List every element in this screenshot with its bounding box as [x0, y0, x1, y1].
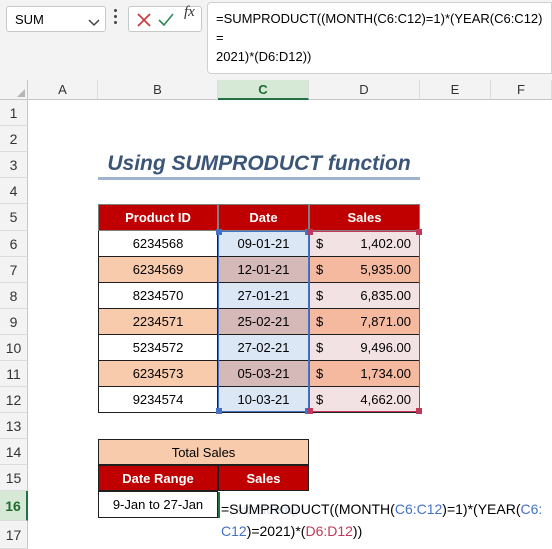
product-id-cell[interactable]: 6234569: [98, 257, 218, 283]
formula-ref-date: C6:C12: [394, 501, 443, 517]
select-all-corner[interactable]: [0, 80, 28, 100]
date-cell[interactable]: 27-01-21: [218, 283, 309, 309]
row-header-4[interactable]: 4: [0, 178, 28, 204]
chevron-down-icon[interactable]: [88, 15, 100, 30]
currency-symbol: $: [316, 340, 324, 355]
formula-ref-sales: D6:D12: [305, 523, 353, 539]
date-range-cell[interactable]: 9-Jan to 27-Jan: [98, 491, 218, 518]
formula-text: )=2021)*(: [246, 523, 306, 539]
formula-text: )): [352, 523, 363, 539]
insert-function-button[interactable]: fx: [184, 4, 195, 21]
sales-cell[interactable]: $6,835.00: [309, 283, 420, 309]
row-header-5[interactable]: 5: [0, 204, 28, 231]
total-sales-title[interactable]: Total Sales: [98, 439, 309, 465]
date-cell[interactable]: 09-01-21: [218, 231, 309, 257]
more-options-icon[interactable]: [113, 9, 119, 29]
row-header-10[interactable]: 10: [0, 335, 28, 361]
sales-cell[interactable]: $7,871.00: [309, 309, 420, 335]
sheet-title: Using SUMPRODUCT function: [98, 150, 420, 180]
formula-text: )=1)*(YEAR(: [442, 501, 521, 517]
currency-symbol: $: [316, 262, 324, 277]
row-header-8[interactable]: 8: [0, 283, 28, 309]
date-cell[interactable]: 25-02-21: [218, 309, 309, 335]
row-header-17[interactable]: 17: [0, 521, 28, 549]
header-total-sales[interactable]: Sales: [218, 465, 309, 491]
row-header-13[interactable]: 13: [0, 413, 28, 439]
header-sales[interactable]: Sales: [309, 204, 420, 231]
column-header-a[interactable]: A: [28, 80, 98, 100]
sales-cell[interactable]: $5,935.00: [309, 257, 420, 283]
header-date[interactable]: Date: [218, 204, 309, 231]
currency-symbol: $: [316, 366, 324, 381]
row-header-12[interactable]: 12: [0, 387, 28, 413]
column-header-f[interactable]: F: [491, 80, 552, 100]
formula-text: =SUMPRODUCT((MONTH(: [221, 501, 395, 517]
sales-cell[interactable]: $9,496.00: [309, 335, 420, 361]
cancel-icon[interactable]: [135, 11, 153, 29]
sales-cell[interactable]: $1,402.00: [309, 231, 420, 257]
enter-check-icon[interactable]: [157, 11, 175, 29]
formula-ref-date: C6:: [520, 501, 543, 517]
row-header-11[interactable]: 11: [0, 361, 28, 387]
sales-amount: 9,496.00: [360, 340, 411, 355]
currency-symbol: $: [316, 314, 324, 329]
row-header-14[interactable]: 14: [0, 439, 28, 465]
sales-amount: 5,935.00: [360, 262, 411, 277]
product-id-cell[interactable]: 2234571: [98, 309, 218, 335]
column-header-d[interactable]: D: [309, 80, 420, 100]
column-header-e[interactable]: E: [420, 80, 491, 100]
sales-amount: 4,662.00: [360, 392, 411, 407]
currency-symbol: $: [316, 392, 324, 407]
product-id-cell[interactable]: 8234570: [98, 283, 218, 309]
row-header-2[interactable]: 2: [0, 126, 28, 152]
sales-cell[interactable]: $1,734.00: [309, 361, 420, 387]
header-date-range[interactable]: Date Range: [98, 465, 218, 491]
product-id-cell[interactable]: 5234572: [98, 335, 218, 361]
cell-formula-editor[interactable]: =SUMPRODUCT((MONTH(C6:C12)=1)*(YEAR(C6: …: [221, 498, 551, 542]
column-header-b[interactable]: B: [98, 80, 218, 100]
row-header-16[interactable]: 16: [0, 491, 28, 521]
row-header-9[interactable]: 9: [0, 309, 28, 335]
currency-symbol: $: [316, 236, 324, 251]
sales-amount: 6,835.00: [360, 288, 411, 303]
product-id-cell[interactable]: 9234574: [98, 387, 218, 413]
currency-symbol: $: [316, 288, 324, 303]
name-box-value: SUM: [15, 12, 44, 27]
product-id-cell[interactable]: 6234568: [98, 231, 218, 257]
sales-amount: 1,402.00: [360, 236, 411, 251]
header-product-id[interactable]: Product ID: [98, 204, 218, 231]
column-header-c[interactable]: C: [218, 80, 309, 100]
row-header-6[interactable]: 6: [0, 231, 28, 257]
product-id-cell[interactable]: 6234573: [98, 361, 218, 387]
formula-ref-date: C12: [221, 523, 247, 539]
row-header-7[interactable]: 7: [0, 257, 28, 283]
formula-input[interactable]: =SUMPRODUCT((MONTH(C6:C12)=1)*(YEAR(C6:C…: [207, 2, 552, 74]
row-header-3[interactable]: 3: [0, 152, 28, 178]
date-cell[interactable]: 27-02-21: [218, 335, 309, 361]
sales-amount: 7,871.00: [360, 314, 411, 329]
row-header-15[interactable]: 15: [0, 465, 28, 491]
sales-cell[interactable]: $4,662.00: [309, 387, 420, 413]
date-cell[interactable]: 05-03-21: [218, 361, 309, 387]
date-cell[interactable]: 10-03-21: [218, 387, 309, 413]
row-header-1[interactable]: 1: [0, 100, 28, 126]
name-box[interactable]: SUM: [6, 6, 106, 32]
sales-amount: 1,734.00: [360, 366, 411, 381]
formula-bar: SUM fx =SUMPRODUCT((MONTH(C6:C12)=1)*(YE…: [0, 0, 552, 80]
active-cell-indicator: [218, 492, 220, 518]
date-cell[interactable]: 12-01-21: [218, 257, 309, 283]
